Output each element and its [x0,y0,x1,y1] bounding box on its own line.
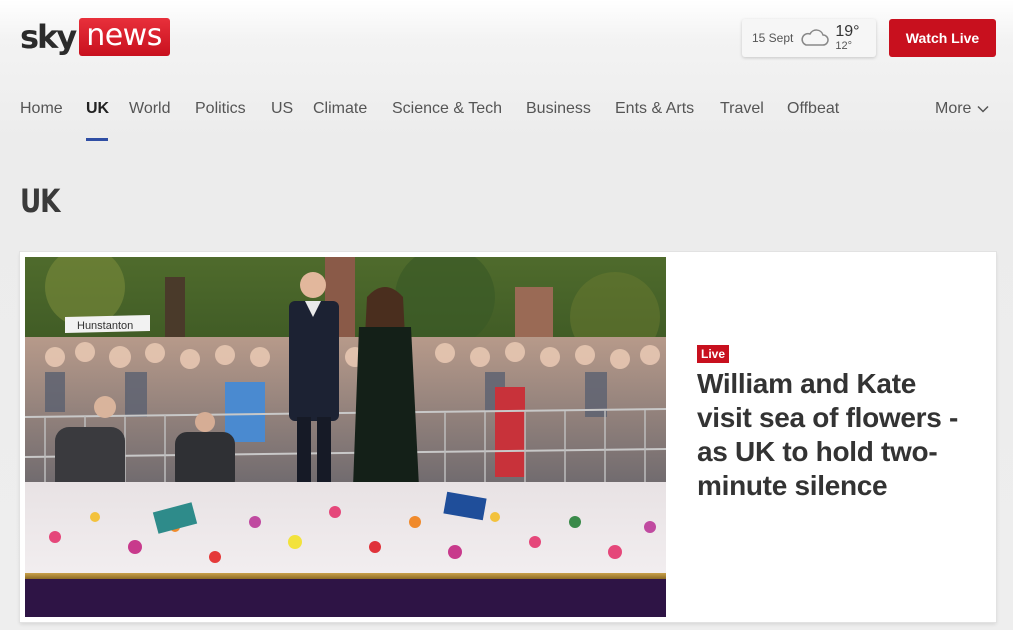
weather-temps: 19° 12° [835,24,859,52]
temp-high: 19° [835,23,860,40]
live-badge: Live [697,345,730,363]
logo-sky-text: sky [20,18,77,56]
temp-low: 12° [835,40,853,52]
nav-more-label: More [935,100,972,117]
nav-more-button[interactable]: More [935,100,989,118]
nav-item-ents-arts[interactable]: Ents & Arts [615,100,694,118]
nav-item-offbeat[interactable]: Offbeat [787,100,839,118]
watch-live-button[interactable]: Watch Live [889,19,996,57]
lead-story-image[interactable]: Hunstanton [25,257,666,617]
weather-date: 15 Sept [752,31,794,45]
nav-item-home[interactable]: Home [20,100,63,118]
chevron-down-icon [977,105,989,113]
lead-story-headline[interactable]: William and Kate visit sea of flowers - … [697,367,977,503]
nav-item-us[interactable]: US [271,100,293,118]
site-header: sky news 15 Sept 19° 12° Watch Live Home… [0,0,1013,142]
sky-news-logo[interactable]: sky news [20,18,170,56]
lead-story-card[interactable]: Hunstanton Live William and Kate visit s… [20,252,996,622]
nav-item-science-tech[interactable]: Science & Tech [392,100,502,118]
nav-item-uk[interactable]: UK [86,100,109,118]
cloud-icon [801,29,830,46]
nav-item-world[interactable]: World [129,100,171,118]
weather-widget[interactable]: 15 Sept 19° 12° [742,19,876,57]
lead-story-photo: Hunstanton [25,257,666,617]
nav-item-politics[interactable]: Politics [195,100,246,118]
logo-news-text: news [79,18,170,56]
lead-story-text: Live William and Kate visit sea of flowe… [697,345,977,503]
main-nav: Home UK World Politics US Climate Scienc… [0,96,1013,142]
nav-item-travel[interactable]: Travel [720,100,764,118]
nav-item-climate[interactable]: Climate [313,100,367,118]
nav-active-indicator [86,138,108,141]
image-sign-text: Hunstanton [77,320,133,332]
nav-item-business[interactable]: Business [526,100,591,118]
page-title: UK [20,182,60,220]
